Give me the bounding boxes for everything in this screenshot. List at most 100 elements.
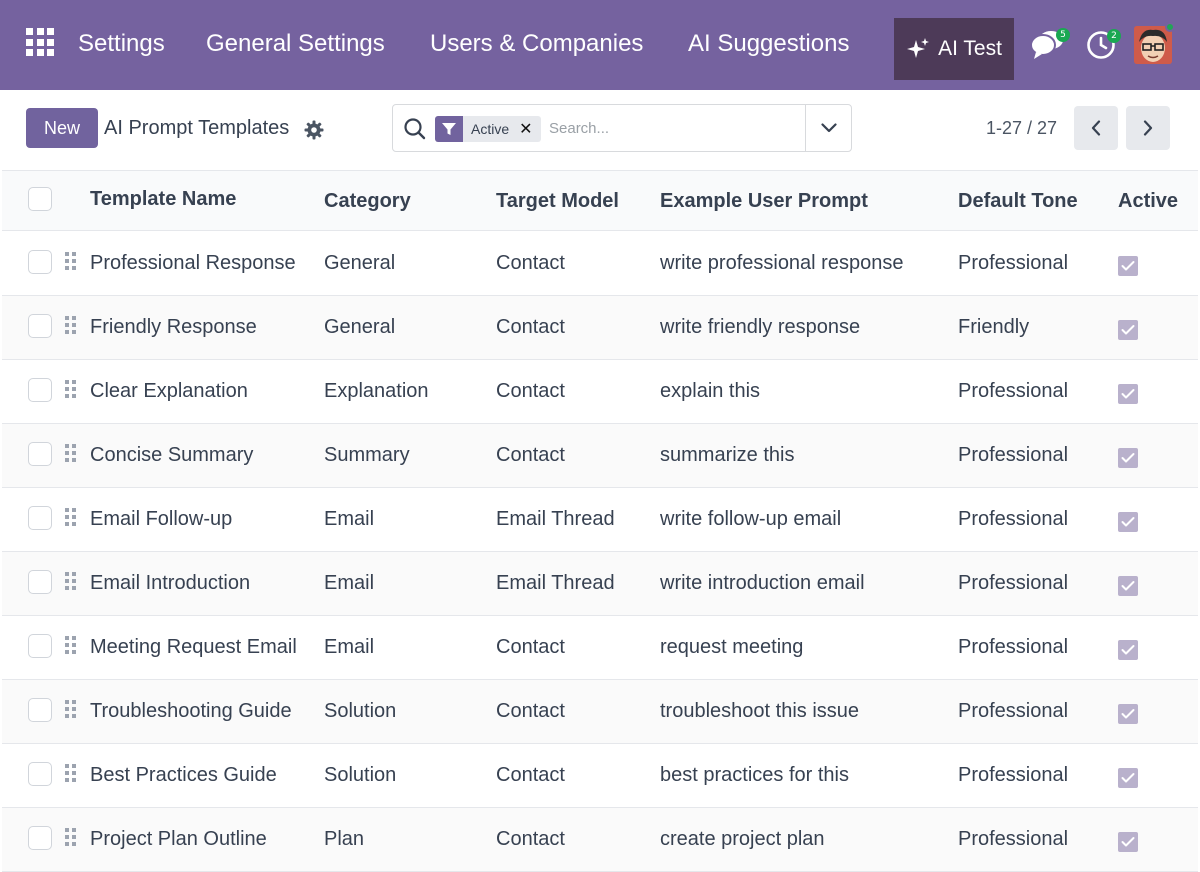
- cell-example-prompt: write professional response: [660, 252, 904, 274]
- cell-example-prompt: request meeting: [660, 636, 804, 658]
- breadcrumb-title: AI Prompt Templates: [104, 117, 290, 139]
- chevron-right-icon: [1143, 120, 1153, 136]
- cell-target-model: Contact: [496, 252, 565, 274]
- cell-example-prompt: explain this: [660, 380, 761, 402]
- pager-next-button[interactable]: [1126, 106, 1170, 150]
- cell-target-model: Email Thread: [496, 572, 615, 594]
- cell-default-tone: Professional: [958, 700, 1069, 722]
- row-select-checkbox[interactable]: [28, 634, 52, 658]
- cell-category: Explanation: [324, 380, 429, 402]
- column-header-category[interactable]: Category: [324, 190, 411, 213]
- facet-remove-icon[interactable]: ✕: [519, 119, 532, 139]
- column-header-default-tone[interactable]: Default Tone: [958, 190, 1078, 213]
- row-select-checkbox[interactable]: [28, 826, 52, 850]
- cell-category: Solution: [324, 764, 397, 786]
- activities-button[interactable]: 2: [1086, 29, 1122, 61]
- cell-category: Email: [324, 508, 375, 530]
- table-row[interactable]: Email Introduction Email Email Thread write…: [2, 552, 1198, 616]
- drag-handle-icon[interactable]: [65, 380, 77, 400]
- active-checkbox: [1118, 576, 1138, 596]
- active-checkbox: [1118, 384, 1138, 404]
- cell-example-prompt: troubleshoot this issue: [660, 700, 860, 722]
- drag-handle-icon[interactable]: [65, 572, 77, 592]
- cell-template-name: Project Plan Outline: [90, 828, 267, 850]
- drag-handle-icon[interactable]: [65, 636, 77, 656]
- nav-general-settings[interactable]: General Settings: [206, 30, 385, 58]
- cell-category: Solution: [324, 700, 397, 722]
- table-row[interactable]: Friendly Response General Contact write fri…: [2, 296, 1198, 360]
- row-select-checkbox[interactable]: [28, 378, 52, 402]
- top-navbar: Settings General Settings Users & Compan…: [0, 0, 1200, 90]
- row-select-checkbox[interactable]: [28, 250, 52, 274]
- user-avatar[interactable]: [1134, 26, 1172, 64]
- activities-badge: 2: [1107, 29, 1121, 43]
- nav-users-companies[interactable]: Users & Companies: [430, 30, 643, 58]
- check-icon: [1121, 581, 1135, 591]
- check-icon: [1121, 837, 1135, 847]
- cell-default-tone: Professional: [958, 444, 1069, 466]
- messages-badge: 5: [1056, 28, 1070, 42]
- active-checkbox: [1118, 832, 1138, 852]
- column-header-example-prompt[interactable]: Example User Prompt: [660, 190, 868, 213]
- cell-template-name: Friendly Response: [90, 316, 257, 338]
- pager-previous-button[interactable]: [1074, 106, 1118, 150]
- table-row[interactable]: Clear Explanation Explanation Contact expla…: [2, 360, 1198, 424]
- pager-value[interactable]: 1-27 / 27: [986, 118, 1057, 139]
- row-select-checkbox[interactable]: [28, 314, 52, 338]
- search-input[interactable]: [549, 115, 789, 141]
- active-checkbox: [1118, 256, 1138, 276]
- app-grid-icon[interactable]: [26, 28, 54, 56]
- table-row[interactable]: Best Practices Guide Solution Contact best …: [2, 744, 1198, 808]
- cell-default-tone: Professional: [958, 508, 1069, 530]
- check-icon: [1121, 261, 1135, 271]
- cell-target-model: Contact: [496, 764, 565, 786]
- row-select-checkbox[interactable]: [28, 698, 52, 722]
- active-checkbox: [1118, 448, 1138, 468]
- search-bar: Active ✕: [392, 104, 852, 152]
- cell-template-name: Concise Summary: [90, 444, 254, 466]
- new-button[interactable]: New: [26, 108, 98, 148]
- cell-example-prompt: write friendly response: [660, 316, 861, 338]
- facet-value: Active: [471, 121, 510, 137]
- ai-test-label: AI Test: [938, 37, 1002, 60]
- gear-icon[interactable]: [304, 120, 324, 145]
- table-row[interactable]: Meeting Request Email Email Contact request…: [2, 616, 1198, 680]
- table-row[interactable]: Email Follow-up Email Email Thread write fo…: [2, 488, 1198, 552]
- cell-default-tone: Professional: [958, 764, 1069, 786]
- cell-target-model: Email Thread: [496, 508, 615, 530]
- row-select-checkbox[interactable]: [28, 762, 52, 786]
- column-header-target-model[interactable]: Target Model: [496, 190, 619, 213]
- table-row[interactable]: Project Plan Outline Plan Contact create pr…: [2, 808, 1198, 872]
- drag-handle-icon[interactable]: [65, 764, 77, 784]
- drag-handle-icon[interactable]: [65, 508, 77, 528]
- ai-test-button[interactable]: AI Test: [894, 18, 1014, 80]
- select-all-checkbox[interactable]: [28, 187, 52, 211]
- drag-handle-icon[interactable]: [65, 700, 77, 720]
- cell-target-model: Contact: [496, 380, 565, 402]
- nav-ai-suggestions[interactable]: AI Suggestions: [688, 30, 849, 58]
- column-header-active[interactable]: Active: [1118, 190, 1178, 213]
- cell-target-model: Contact: [496, 828, 565, 850]
- column-header-template-name[interactable]: Template Name: [90, 188, 236, 211]
- search-icon[interactable]: [403, 117, 427, 141]
- drag-handle-icon[interactable]: [65, 316, 77, 336]
- check-icon: [1121, 325, 1135, 335]
- check-icon: [1121, 453, 1135, 463]
- drag-handle-icon[interactable]: [65, 828, 77, 848]
- row-select-checkbox[interactable]: [28, 570, 52, 594]
- drag-handle-icon[interactable]: [65, 252, 77, 272]
- nav-settings[interactable]: Settings: [78, 30, 165, 58]
- table-row[interactable]: Concise Summary Summary Contact summarize t…: [2, 424, 1198, 488]
- drag-handle-icon[interactable]: [65, 444, 77, 464]
- cell-category: General: [324, 316, 396, 338]
- messages-button[interactable]: 5: [1030, 28, 1070, 60]
- cell-example-prompt: write follow-up email: [660, 508, 842, 530]
- cell-category: Summary: [324, 444, 410, 466]
- table-row[interactable]: Professional Response General Contact write…: [2, 232, 1198, 296]
- row-select-checkbox[interactable]: [28, 442, 52, 466]
- cell-example-prompt: summarize this: [660, 444, 795, 466]
- row-select-checkbox[interactable]: [28, 506, 52, 530]
- table-row[interactable]: Troubleshooting Guide Solution Contact trou…: [2, 680, 1198, 744]
- cell-example-prompt: best practices for this: [660, 764, 849, 786]
- search-options-toggle[interactable]: [805, 105, 851, 151]
